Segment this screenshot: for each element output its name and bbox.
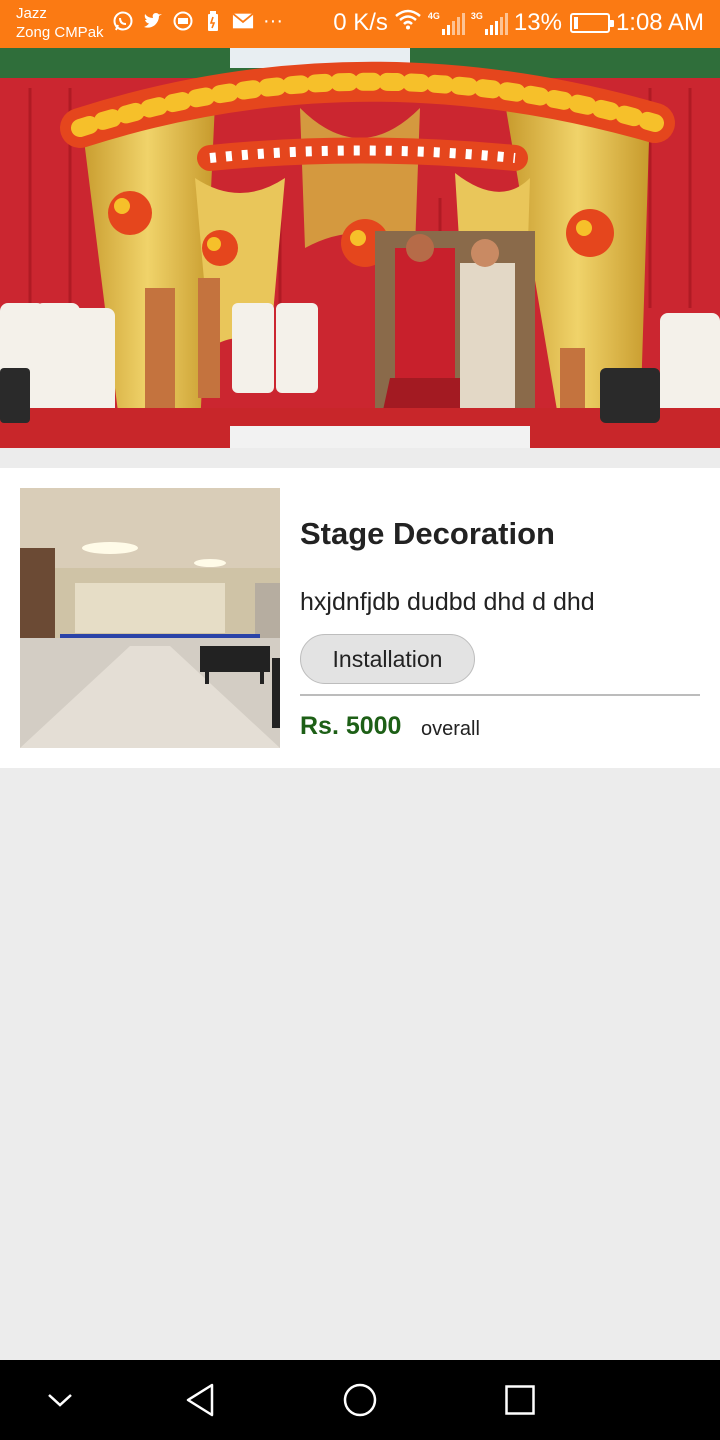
service-description: hxjdnfjdb dudbd dhd d dhd [300,588,595,616]
notification-icons: ··· [112,10,284,32]
carrier-2: Zong CMPak [16,24,104,41]
service-card[interactable]: Stage Decoration hxjdnfjdb dudbd dhd d d… [0,468,720,768]
recents-icon[interactable] [490,1370,550,1430]
carrier-names: Jazz Zong CMPak [16,4,104,42]
battery-saver-icon [202,10,224,32]
carrier-1: Jazz [16,5,47,22]
network-speed: 0 K/s [333,8,388,36]
hero-image [0,48,720,448]
stage-decoration-photo [0,48,720,448]
home-icon[interactable] [330,1370,390,1430]
battery-fill [573,16,579,29]
whatsapp-icon [112,10,134,32]
battery-percent: 13% [513,8,562,36]
wifi-icon [394,8,422,37]
clock: 1:08 AM [615,8,704,36]
twitter-icon [142,10,164,32]
service-thumbnail [20,488,280,748]
price-unit: overall [421,718,480,740]
message-icon [172,10,194,32]
back-icon[interactable] [170,1370,230,1430]
category-tag[interactable]: Installation [300,634,475,684]
status-right: 0 K/s 4G 3G 13% 1:08 AM [333,8,704,37]
signal-2-icon: 3G [471,11,508,35]
signal-1-icon: 4G [428,11,465,35]
network-2-type: 3G [470,10,483,21]
navigation-bar [0,1360,720,1440]
network-1-type: 4G [427,10,440,21]
service-title: Stage Decoration [300,516,555,551]
divider [300,694,700,696]
chevron-down-icon[interactable] [30,1370,90,1430]
battery-icon [569,12,614,33]
price: Rs. 5000 [300,712,402,740]
mail-icon [232,10,254,32]
status-bar: Jazz Zong CMPak ··· 0 K/s 4G 3G 13% 1:08… [0,0,720,48]
more-icon: ··· [263,9,283,32]
hall-photo [20,488,280,748]
